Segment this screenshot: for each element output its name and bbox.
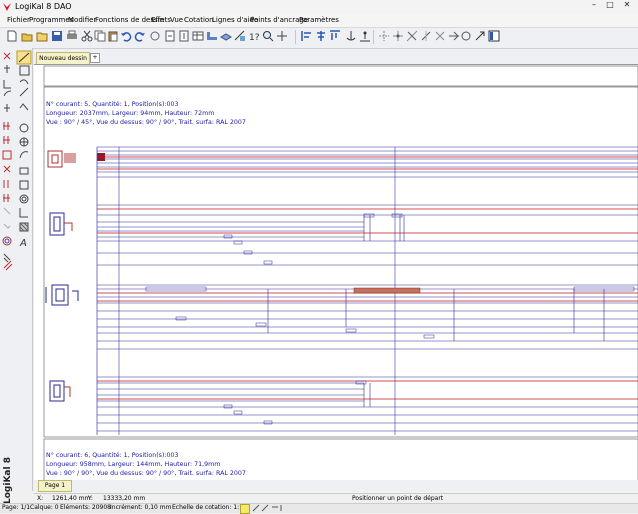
status-layer: Calque: 0 — [30, 504, 59, 511]
status-increment: Incrément: 0,10 mm — [110, 504, 172, 511]
export-icon[interactable] — [178, 30, 190, 42]
element-info-line: Longueur: 958mm, Largeur: 144mm, Hauteur… — [46, 461, 221, 468]
minimize-button[interactable]: – — [586, 0, 602, 10]
extend-icon[interactable] — [406, 30, 418, 42]
toolbar-separator — [373, 30, 374, 44]
drawing-tools-icons: A — [2, 50, 32, 271]
redo-icon[interactable] — [134, 30, 146, 42]
profile-group-2 — [49, 204, 638, 266]
folder-icon[interactable] — [36, 30, 48, 42]
menu-effets[interactable]: Effets — [151, 16, 171, 24]
menu-programmes[interactable]: Programmes — [29, 16, 73, 24]
status-tools-icons[interactable] — [252, 503, 288, 512]
save-icon[interactable] — [51, 30, 63, 42]
x-coord-value: 1261,40 mm — [52, 495, 91, 502]
tab-page-1[interactable]: Page 1 — [38, 480, 72, 492]
command-prompt: Positionner un point de départ — [352, 495, 444, 502]
open-icon[interactable] — [21, 30, 33, 42]
profile-group-1 — [47, 146, 638, 178]
drawing-tabstrip — [34, 50, 638, 64]
table-icon[interactable] — [192, 30, 204, 42]
snap-icon[interactable] — [359, 30, 371, 42]
import-icon[interactable] — [164, 30, 176, 42]
align-left-icon[interactable] — [301, 30, 313, 42]
menu-fichier[interactable]: Fichier — [7, 16, 30, 24]
new-icon[interactable] — [6, 30, 18, 42]
mirror-icon[interactable] — [420, 30, 432, 42]
element-info-line: Vue : 90° / 45°, Vue du dessus: 90° / 90… — [46, 119, 246, 126]
window-title: LogiKal 8 DAO — [15, 2, 72, 11]
title-bar — [0, 0, 638, 15]
profile-group-4 — [49, 376, 638, 432]
cut-icon[interactable] — [81, 30, 93, 42]
status-scale: Echelle de cotation: 1:1 — [172, 504, 244, 511]
layer-icon[interactable] — [220, 30, 232, 42]
maximize-button[interactable]: □ — [602, 0, 618, 10]
circle-snap-icon[interactable] — [460, 30, 472, 42]
align-top-icon[interactable] — [329, 30, 341, 42]
zoom-icon[interactable] — [262, 30, 274, 42]
profile-icon[interactable] — [206, 30, 218, 42]
cad-drawing — [43, 65, 638, 486]
perpendicular-icon[interactable] — [392, 30, 404, 42]
status-page: Page: 1/1 — [2, 504, 31, 511]
snap-toggle-icon[interactable] — [240, 504, 250, 514]
undo-icon[interactable] — [120, 30, 132, 42]
x-coord-label: X: — [37, 495, 44, 502]
refresh-icon[interactable] — [149, 30, 161, 42]
menu-modifier[interactable]: Modifier — [68, 16, 96, 24]
drawing-canvas[interactable]: N° courant: 5, Quantité: 1, Position(s):… — [34, 64, 638, 486]
y-coord-value: 13333,20 mm — [103, 495, 146, 502]
line-snap-icon[interactable] — [378, 30, 390, 42]
svg-text:1?: 1? — [249, 33, 260, 42]
pan-icon[interactable] — [276, 30, 288, 42]
paste-icon[interactable] — [107, 30, 119, 42]
arrow-icon[interactable] — [474, 30, 486, 42]
rotate-icon[interactable] — [434, 30, 446, 42]
element-info-line: Longueur: 2037mm, Largeur: 94mm, Hauteur… — [46, 110, 215, 117]
measure-icon[interactable] — [234, 30, 246, 42]
element-info-line: N° courant: 5, Quantité: 1, Position(s):… — [46, 101, 179, 108]
element-info-line: Vue : 90° / 90°, Vue du dessus: 90° / 90… — [46, 470, 246, 477]
anchor-icon[interactable] — [345, 30, 357, 42]
copy-icon[interactable] — [94, 30, 106, 42]
element-info-line: N° courant: 6, Quantité: 1, Position(s):… — [46, 452, 179, 459]
align-center-icon[interactable] — [315, 30, 327, 42]
status-elements: Eléments: 20908 — [60, 504, 111, 511]
logikal-brand: LogiKal 8 — [3, 457, 13, 504]
menu-vue[interactable]: Vue — [170, 16, 183, 24]
new-tab-button[interactable]: + — [90, 53, 100, 63]
menu-cotation[interactable]: Cotation — [184, 16, 214, 24]
toolbar-separator — [295, 30, 296, 44]
logikal-logo-icon — [3, 3, 11, 11]
print-icon[interactable] — [66, 30, 78, 42]
menu-parametres[interactable]: Paramètres — [299, 16, 339, 24]
svg-text:A: A — [19, 238, 27, 249]
close-button[interactable]: ✕ — [619, 0, 635, 10]
svg-text:LogiKal 8: LogiKal 8 — [3, 457, 13, 504]
y-coord-label: Y: — [88, 495, 93, 502]
profile-group-3 — [45, 284, 638, 350]
panel-icon[interactable] — [488, 30, 500, 42]
help-icon[interactable]: 1? — [248, 30, 260, 42]
rotate-ccw-icon[interactable] — [448, 30, 460, 42]
page-tabstrip — [34, 480, 638, 492]
